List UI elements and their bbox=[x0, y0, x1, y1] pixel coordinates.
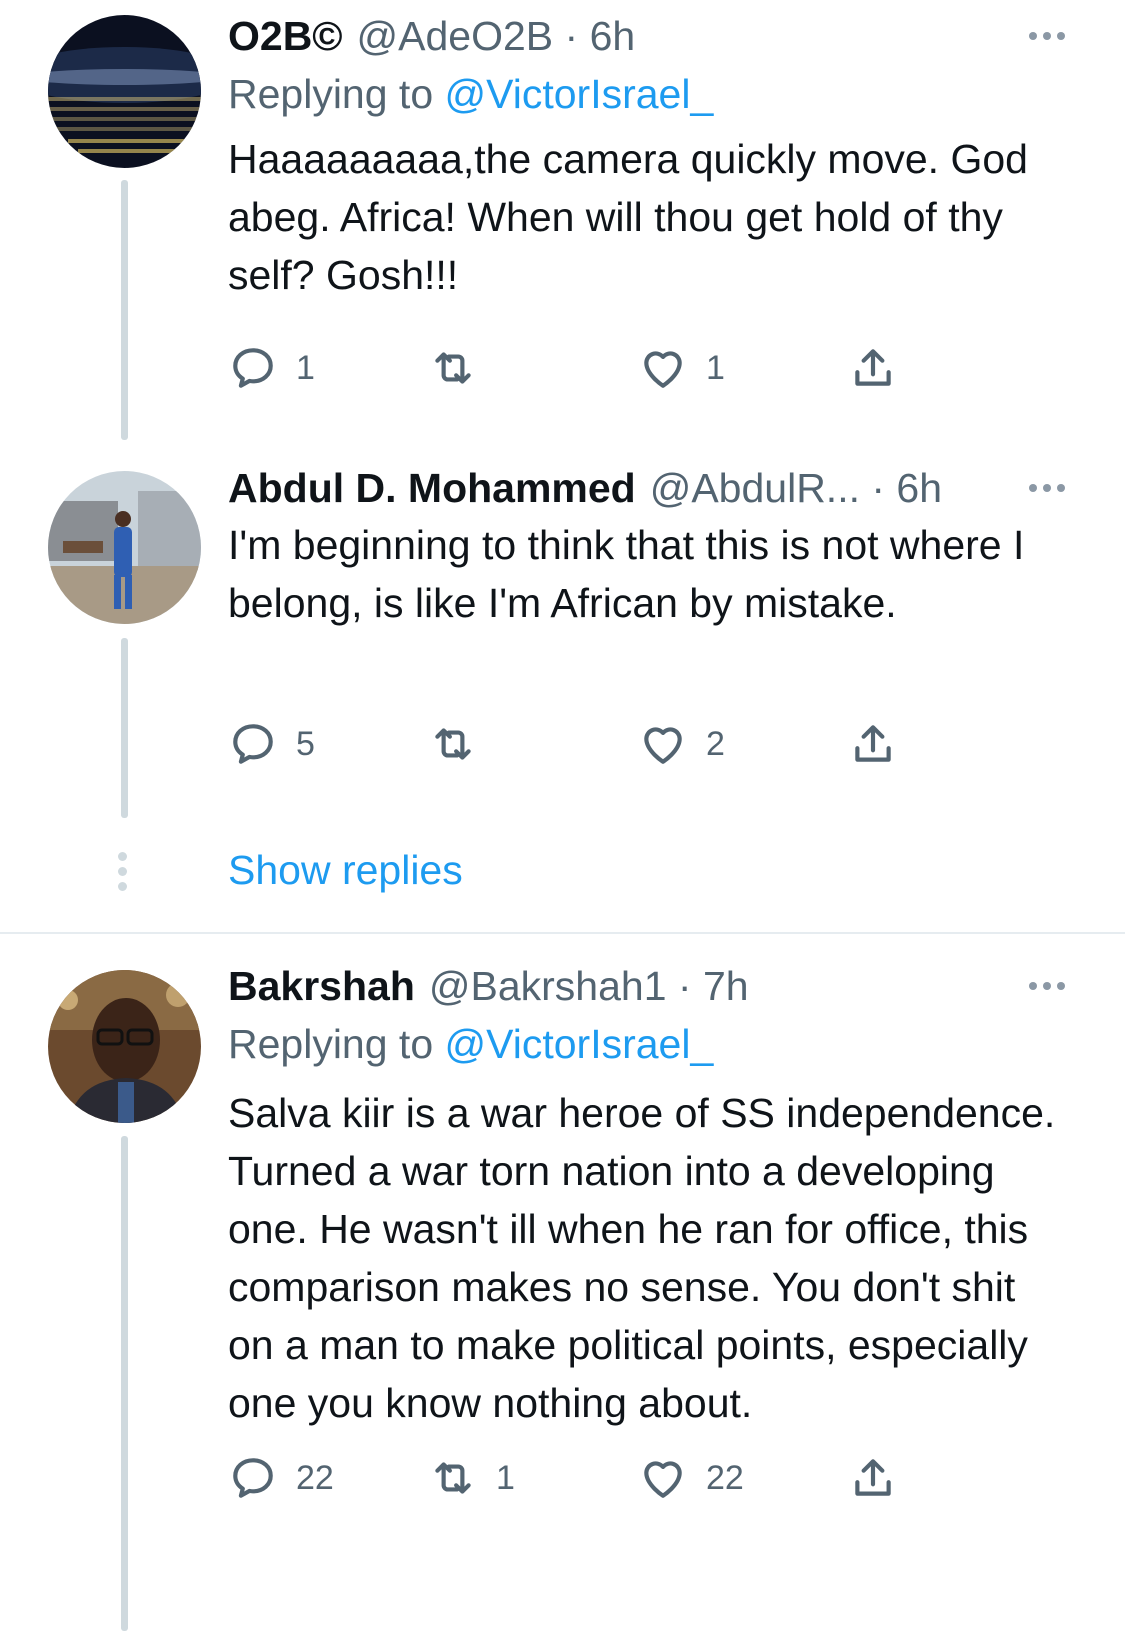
like-count: 22 bbox=[706, 1458, 744, 1497]
avatar[interactable] bbox=[48, 471, 201, 624]
thread-dots-icon bbox=[118, 852, 127, 891]
retweet-icon bbox=[435, 728, 471, 760]
tweet-header: Abdul D. Mohammed @AbdulR... · 6h bbox=[228, 460, 1065, 516]
tweet[interactable]: O2B© @AdeO2B · 6h Replying to @VictorIsr… bbox=[0, 0, 1125, 440]
more-icon[interactable] bbox=[1029, 8, 1065, 64]
replying-mention[interactable]: @VictorIsrael_ bbox=[445, 71, 714, 117]
display-name[interactable]: O2B© bbox=[228, 8, 343, 64]
like-count: 1 bbox=[706, 348, 725, 387]
reply-button[interactable]: 1 bbox=[228, 338, 315, 398]
display-name[interactable]: Abdul D. Mohammed bbox=[228, 460, 636, 516]
retweet-button[interactable]: 1 bbox=[428, 1448, 515, 1508]
tweet[interactable]: Abdul D. Mohammed @AbdulR... · 6h I'm be… bbox=[0, 440, 1125, 920]
replying-label: Replying to bbox=[228, 71, 434, 117]
tweet-text: Haaaaaaaaa,the camera quickly move. God … bbox=[228, 136, 1028, 298]
action-bar: 22 1 22 bbox=[228, 1448, 948, 1508]
reply-button[interactable]: 22 bbox=[228, 1448, 334, 1508]
reply-count: 22 bbox=[296, 1458, 334, 1497]
share-button[interactable] bbox=[848, 714, 898, 774]
handle-time[interactable]: @AdeO2B · 6h bbox=[357, 8, 636, 64]
handle-time[interactable]: @AbdulR... · 6h bbox=[650, 460, 942, 516]
heart-icon bbox=[644, 351, 682, 388]
thread-line bbox=[121, 638, 128, 818]
retweet-button[interactable] bbox=[428, 338, 496, 398]
avatar[interactable] bbox=[48, 970, 201, 1123]
show-replies-link[interactable]: Show replies bbox=[228, 842, 463, 898]
reply-icon bbox=[233, 348, 273, 388]
share-icon bbox=[855, 349, 891, 386]
heart-icon bbox=[644, 1461, 682, 1498]
share-icon bbox=[855, 1459, 891, 1496]
like-count: 2 bbox=[706, 724, 725, 763]
like-button[interactable]: 1 bbox=[638, 338, 725, 398]
thread-line bbox=[121, 180, 128, 440]
reply-icon bbox=[233, 1458, 273, 1498]
tweet-header: O2B© @AdeO2B · 6h bbox=[228, 8, 1065, 64]
handle-time[interactable]: @Bakrshah1 · 7h bbox=[429, 958, 749, 1014]
replying-label: Replying to bbox=[228, 1021, 434, 1067]
replying-to: Replying to @VictorIsrael_ bbox=[228, 1014, 1065, 1074]
reply-count: 1 bbox=[296, 348, 315, 387]
share-button[interactable] bbox=[848, 338, 898, 398]
share-icon bbox=[855, 725, 891, 762]
reply-icon bbox=[233, 724, 273, 764]
retweet-count: 1 bbox=[496, 1458, 515, 1497]
action-bar: 5 2 bbox=[228, 714, 948, 774]
retweet-button[interactable] bbox=[428, 714, 496, 774]
display-name[interactable]: Bakrshah bbox=[228, 958, 415, 1014]
replying-to: Replying to @VictorIsrael_ bbox=[228, 64, 1065, 124]
avatar[interactable] bbox=[48, 15, 201, 168]
retweet-icon bbox=[435, 352, 471, 384]
retweet-icon bbox=[435, 1462, 471, 1494]
tweet-header: Bakrshah @Bakrshah1 · 7h bbox=[228, 958, 1065, 1014]
share-button[interactable] bbox=[848, 1448, 898, 1508]
thread-line bbox=[121, 1136, 128, 1631]
more-icon[interactable] bbox=[1029, 460, 1065, 516]
like-button[interactable]: 22 bbox=[638, 1448, 744, 1508]
like-button[interactable]: 2 bbox=[638, 714, 725, 774]
reply-button[interactable]: 5 bbox=[228, 714, 315, 774]
replying-mention[interactable]: @VictorIsrael_ bbox=[445, 1021, 714, 1067]
action-bar: 1 1 bbox=[228, 338, 948, 398]
reply-count: 5 bbox=[296, 724, 315, 763]
tweet-text: I'm beginning to think that this is not … bbox=[228, 522, 1025, 626]
tweet[interactable]: Bakrshah @Bakrshah1 · 7h Replying to @Vi… bbox=[0, 934, 1125, 1631]
heart-icon bbox=[644, 727, 682, 764]
tweet-text: Salva kiir is a war heroe of SS independ… bbox=[228, 1090, 1056, 1426]
more-icon[interactable] bbox=[1029, 958, 1065, 1014]
